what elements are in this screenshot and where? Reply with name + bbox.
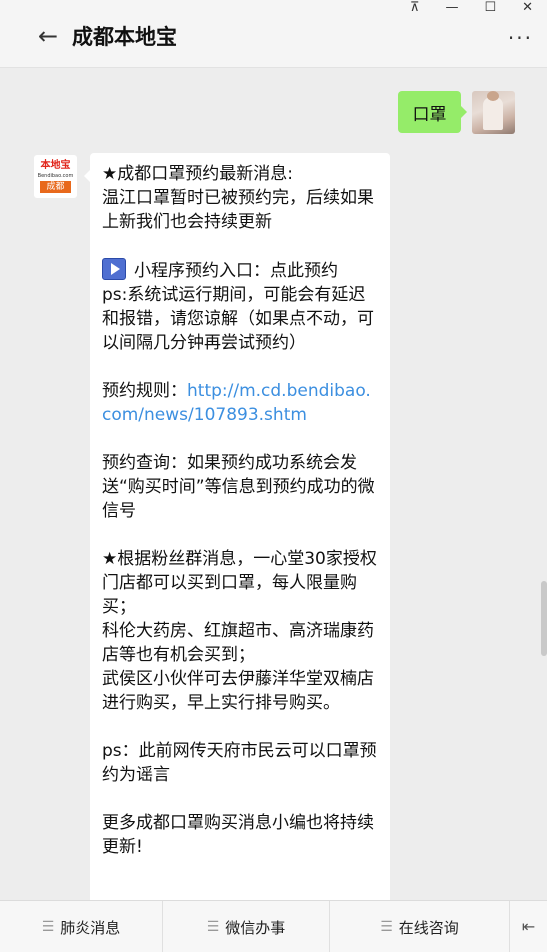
maximize-button[interactable]: ☐ <box>484 0 496 16</box>
menu-item-online-consult[interactable]: ☰ 在线咨询 <box>330 901 510 952</box>
back-arrow-icon[interactable]: ← <box>38 24 58 48</box>
rules-line: 预约规则：http://m.cd.bendibao.com/news/10789… <box>102 379 378 427</box>
menu-item-pneumonia-news[interactable]: ☰ 肺炎消息 <box>0 901 163 952</box>
title-bar: ⊼ — ☐ ✕ ← 成都本地宝 ··· <box>0 0 547 68</box>
query-line: 预约查询：如果预约成功系统会发送“购买时间”等信息到预约成功的微信号 <box>102 453 375 521</box>
menu-item-label: 肺炎消息 <box>60 918 121 937</box>
sent-message-bubble[interactable]: 口罩 <box>398 91 467 133</box>
switch-to-keyboard-icon[interactable]: ⇤ <box>510 901 547 952</box>
menu-list-icon: ☰ <box>380 919 393 935</box>
more-options-icon[interactable]: ··· <box>508 28 533 48</box>
minimize-button[interactable]: — <box>445 0 458 16</box>
pharmacy-line: 科伦大药房、红旗超市、高济瑞康药店等也有机会买到； <box>102 621 374 665</box>
bottom-menu-bar: ☰ 肺炎消息 ☰ 微信办事 ☰ 在线咨询 ⇤ <box>0 900 547 952</box>
menu-list-icon: ☰ <box>206 919 220 935</box>
more-updates-line: 更多成都口罩购买消息小编也将持续更新! <box>102 813 374 857</box>
rumor-line: ps：此前网传天府市民云可以口罩预约为谣言 <box>102 741 377 785</box>
rules-label: 预约规则： <box>102 381 187 401</box>
my-avatar[interactable] <box>472 91 515 134</box>
pin-icon[interactable]: ⊼ <box>410 0 420 16</box>
chat-title: 成都本地宝 <box>72 25 177 49</box>
chat-scrollbar[interactable] <box>541 581 547 656</box>
menu-list-icon: ☰ <box>41 919 55 935</box>
mini-program-line[interactable]: 小程序预约入口：点此预约 <box>102 258 378 283</box>
window-controls: ⊼ — ☐ ✕ <box>410 0 533 16</box>
close-button[interactable]: ✕ <box>522 0 533 16</box>
message-line-wenjiang: 温江口罩暂时已被预约完，后续如果上新我们也会持续更新 <box>102 188 374 232</box>
fans-line: ★根据粉丝群消息，一心堂30家授权门店都可以买到口罩，每人限量购买； <box>102 549 377 617</box>
account-avatar[interactable]: 本地宝 Bendibao.com 成都 <box>34 155 77 198</box>
logo-city: 成都 <box>40 181 71 193</box>
logo-text: 本地宝 <box>40 160 71 171</box>
logo-domain: Bendibao.com <box>37 173 74 179</box>
received-message-bubble: ★成都口罩预约最新消息: 温江口罩暂时已被预约完，后续如果上新我们也会持续更新 … <box>84 153 390 900</box>
sent-message-text: 口罩 <box>412 104 447 125</box>
mini-program-link[interactable]: 小程序预约入口：点此预约 <box>134 261 338 281</box>
menu-item-label: 微信办事 <box>225 918 286 937</box>
menu-item-label: 在线咨询 <box>398 918 459 937</box>
message-line-headline: ★成都口罩预约最新消息: <box>102 164 293 184</box>
menu-item-wechat-services[interactable]: ☰ 微信办事 <box>163 901 330 952</box>
chat-area: 口罩 本地宝 Bendibao.com 成都 ★成都口罩预约最新消息: 温江口罩… <box>0 69 547 900</box>
play-icon <box>102 258 126 280</box>
wuhou-line: 武侯区小伙伴可去伊藤洋华堂双楠店进行购买，早上实行排号购买。 <box>102 669 374 713</box>
message-ps-note: ps:系统试运行期间，可能会有延迟和报错，请您谅解（如果点不动，可以间隔几分钟再… <box>102 285 374 353</box>
